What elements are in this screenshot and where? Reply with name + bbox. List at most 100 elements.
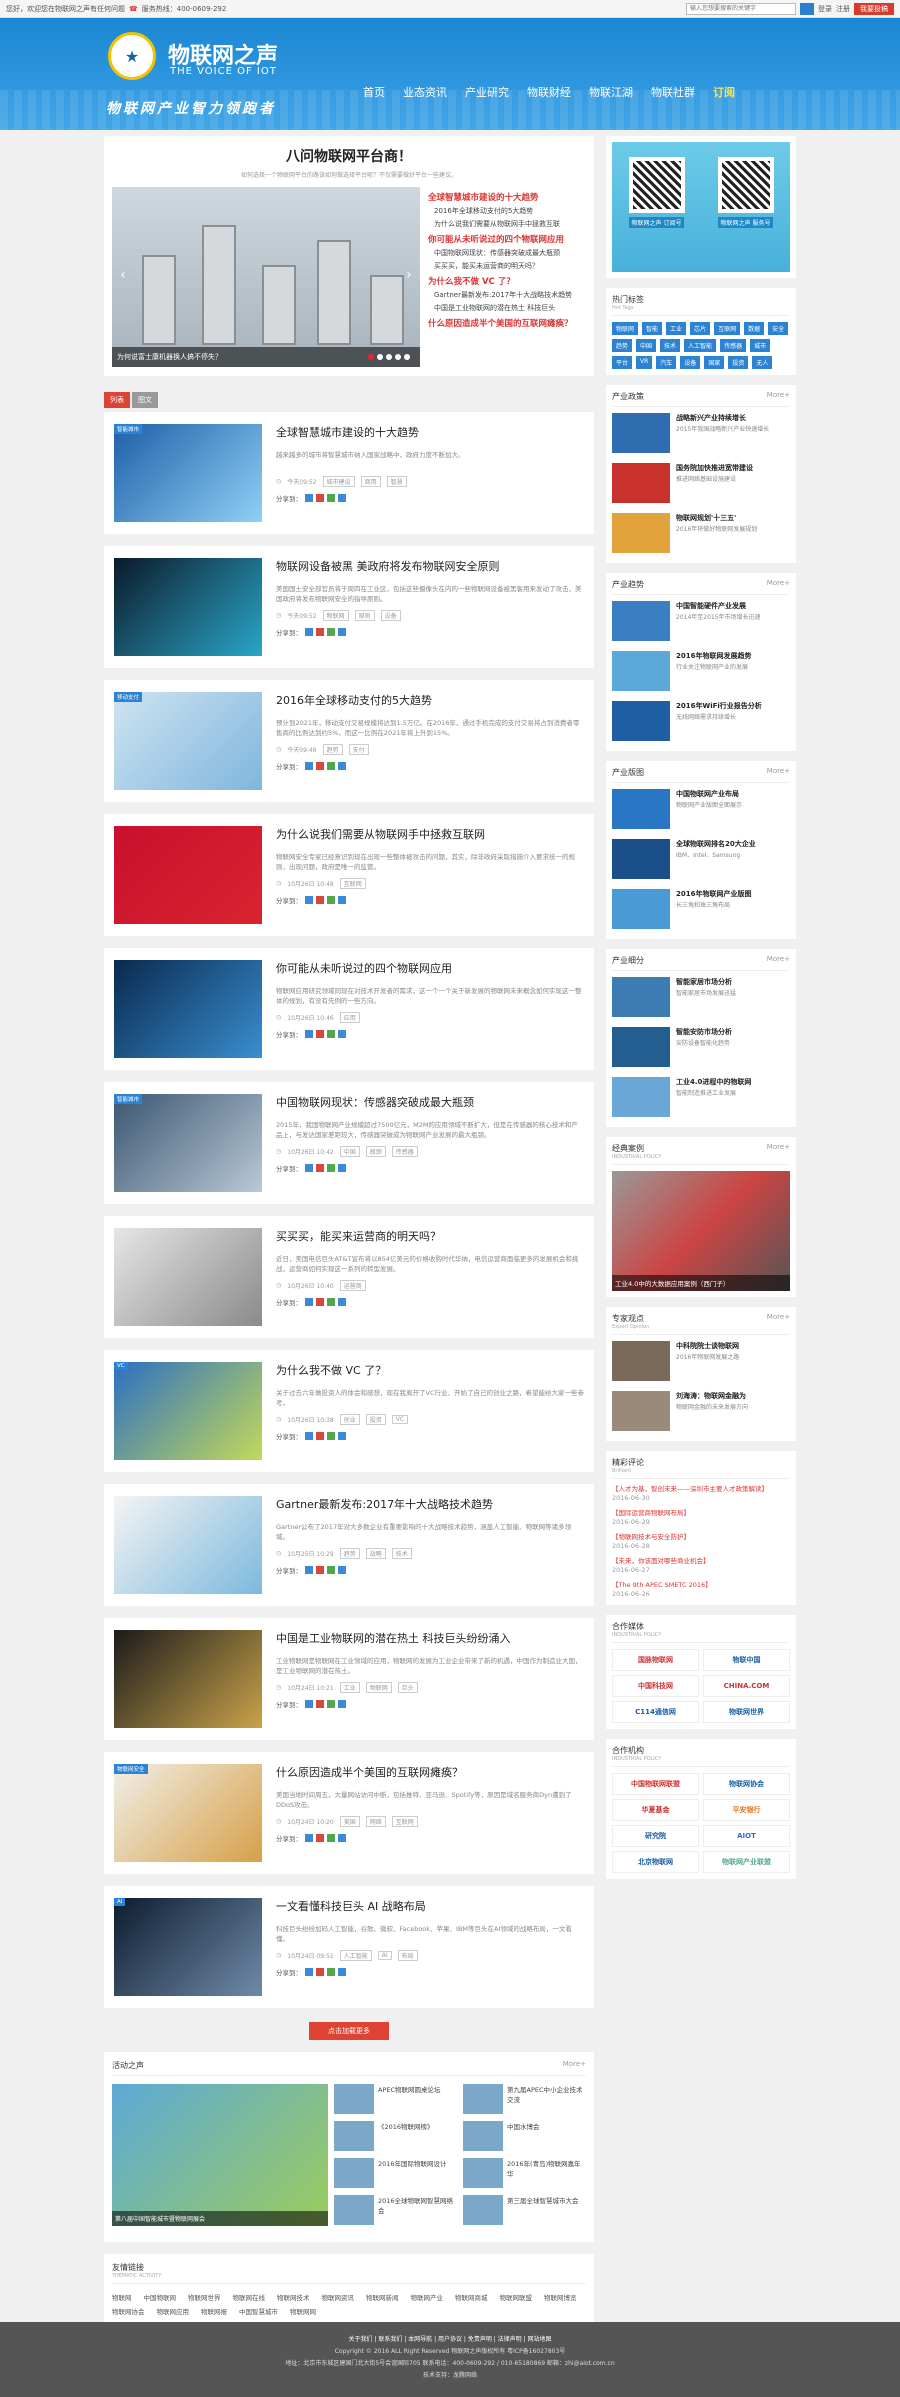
article-keyword[interactable]: 原则: [354, 610, 375, 621]
article-keyword[interactable]: 互联网: [339, 878, 366, 889]
hot-tag[interactable]: 投资: [728, 356, 749, 369]
article-keyword[interactable]: 趋势: [322, 744, 343, 755]
side-item-thumbnail[interactable]: [612, 977, 670, 1017]
article-keyword[interactable]: 瓶颈: [365, 1146, 386, 1157]
side-item-thumbnail[interactable]: [612, 889, 670, 929]
friend-link[interactable]: 物联网: [112, 2292, 132, 2302]
headline-item[interactable]: 买买买，能买未运营商的明天吗？: [434, 261, 586, 271]
article-keyword[interactable]: 应用: [339, 1012, 360, 1023]
side-item-title[interactable]: 智能家居市场分析: [676, 977, 736, 987]
friend-link[interactable]: 物联网应用: [157, 2306, 190, 2316]
side-item-title[interactable]: 全球物联网排名20大企业: [676, 839, 756, 849]
side-item-thumbnail[interactable]: [612, 1341, 670, 1381]
post-button[interactable]: 我要投稿: [854, 2, 894, 15]
article-keyword[interactable]: 趋势: [339, 1548, 360, 1559]
friend-link[interactable]: 中国物联网: [144, 2292, 177, 2302]
article-keyword[interactable]: 商用: [360, 476, 381, 487]
wechat-icon[interactable]: [327, 762, 335, 770]
wechat-icon[interactable]: [327, 1834, 335, 1842]
friend-link[interactable]: 物联网技术: [277, 2292, 310, 2302]
comment-item[interactable]: 【The 9th APEC SMETC 2016】 2016-06-26: [612, 1581, 790, 1599]
comment-title[interactable]: 【未来，你该面对哪些商业机会】: [612, 1557, 790, 1566]
article-keyword[interactable]: 战略: [365, 1548, 386, 1559]
hot-tag[interactable]: 人工智能: [684, 339, 717, 352]
side-item-thumbnail[interactable]: [612, 1027, 670, 1067]
side-item-thumbnail[interactable]: [612, 701, 670, 741]
slider-dots[interactable]: [368, 354, 410, 360]
nav-news[interactable]: 业态资讯: [394, 78, 456, 106]
load-more-button[interactable]: 点击加载更多: [309, 2022, 389, 2040]
hot-tag[interactable]: 中国: [636, 339, 657, 352]
side-item[interactable]: 工业4.0进程中的物联网 智能制造推进工业发展: [612, 1077, 790, 1121]
article-title[interactable]: 为什么我不做 VC 了？: [276, 1362, 584, 1378]
renren-icon[interactable]: [338, 494, 346, 502]
hot-tag[interactable]: 工业: [666, 322, 687, 335]
activity-item[interactable]: 2016年(青岛)物联网嘉年华: [463, 2158, 586, 2189]
side-item-title[interactable]: 中国智能硬件产业发展: [676, 601, 761, 611]
side-item[interactable]: 智能家居市场分析 智能家居市场发展迅猛: [612, 977, 790, 1021]
nav-community[interactable]: 物联社群: [642, 78, 704, 106]
wechat-icon[interactable]: [327, 896, 335, 904]
article-keyword[interactable]: AI: [377, 1951, 392, 1960]
activity-item[interactable]: 第三届全球智慧城市大会: [463, 2195, 586, 2226]
side-item-thumbnail[interactable]: [612, 1077, 670, 1117]
org-logo[interactable]: AIOT: [703, 1825, 790, 1847]
tab-list[interactable]: 列表: [104, 392, 130, 408]
side-item-thumbnail[interactable]: [612, 1391, 670, 1431]
hero-slider[interactable]: ‹ › 为何说富士康机器换人搞不停失？: [112, 187, 420, 367]
friend-link[interactable]: 物联网报: [201, 2306, 227, 2316]
renren-icon[interactable]: [338, 1164, 346, 1172]
activity-thumbnail[interactable]: [463, 2084, 503, 2114]
wechat-icon[interactable]: [327, 1566, 335, 1574]
renren-icon[interactable]: [338, 1566, 346, 1574]
comment-item[interactable]: 【国际运营商物联网布局】 2016-06-29: [612, 1509, 790, 1527]
weibo-icon[interactable]: [316, 1566, 324, 1574]
comment-title[interactable]: 【人才为基，智创未来——深圳市主要人才政策解读】: [612, 1485, 790, 1494]
side-item-thumbnail[interactable]: [612, 463, 670, 503]
activity-feature-image[interactable]: 第八届中国智能城市暨物联网展会: [112, 2084, 328, 2226]
article-keyword[interactable]: 美国: [339, 1816, 360, 1827]
weibo-icon[interactable]: [316, 1700, 324, 1708]
activity-item-title[interactable]: 2016年(青岛)物联网嘉年华: [507, 2158, 586, 2189]
side-item[interactable]: 智能安防市场分析 安防设备智能化趋势: [612, 1027, 790, 1071]
activity-item-title[interactable]: 《2016物联网榜》: [378, 2121, 434, 2152]
article-title[interactable]: 你可能从未听说过的四个物联网应用: [276, 960, 584, 976]
renren-icon[interactable]: [338, 762, 346, 770]
headline[interactable]: 什么原因造成半个美国的互联网瘫痪？: [428, 317, 586, 329]
activity-item[interactable]: 第九届APEC中小企业技术交流: [463, 2084, 586, 2115]
headline[interactable]: 你可能从未听说过的四个物联网应用: [428, 233, 586, 245]
org-logo[interactable]: 中国物联网联盟: [612, 1773, 699, 1795]
wechat-icon[interactable]: [327, 1700, 335, 1708]
comment-item[interactable]: 【未来，你该面对哪些商业机会】 2016-06-27: [612, 1557, 790, 1575]
article-thumbnail[interactable]: VC: [114, 1362, 262, 1460]
renren-icon[interactable]: [338, 1298, 346, 1306]
article-title[interactable]: 什么原因造成半个美国的互联网瘫痪？: [276, 1764, 584, 1780]
article-thumbnail[interactable]: 智能城市: [114, 1094, 262, 1192]
article-title[interactable]: 为什么说我们需要从物联网手中拯救互联网: [276, 826, 584, 842]
friend-link[interactable]: 物联网商城: [455, 2292, 488, 2302]
more-link[interactable]: More+: [767, 579, 790, 590]
weibo-icon[interactable]: [316, 1298, 324, 1306]
friend-link[interactable]: 物联网世界: [188, 2292, 221, 2302]
media-logo[interactable]: 国脉物联网: [612, 1649, 699, 1671]
slider-next-icon[interactable]: ›: [402, 267, 416, 287]
article-keyword[interactable]: 运营商: [339, 1280, 366, 1291]
article-title[interactable]: 全球智慧城市建设的十大趋势: [276, 424, 584, 440]
side-item-title[interactable]: 战略新兴产业持续增长: [676, 413, 769, 423]
tab-gallery[interactable]: 图文: [132, 392, 158, 408]
article-thumbnail[interactable]: [114, 826, 262, 924]
hot-tag[interactable]: 安全: [768, 322, 789, 335]
article-keyword[interactable]: 技术: [391, 1548, 412, 1559]
org-logo[interactable]: 物联网协会: [703, 1773, 790, 1795]
side-item[interactable]: 物联网规划'十三五' 2016年将做好物联网发展规划: [612, 513, 790, 557]
qzone-icon[interactable]: [305, 1298, 313, 1306]
hot-tag[interactable]: 趋势: [612, 339, 633, 352]
side-item-title[interactable]: 物联网规划'十三五': [676, 513, 757, 523]
weibo-icon[interactable]: [316, 1164, 324, 1172]
hot-tag[interactable]: 智能: [642, 322, 663, 335]
side-item[interactable]: 战略新兴产业持续增长 2015年我国战略新兴产业快速增长: [612, 413, 790, 457]
renren-icon[interactable]: [338, 1030, 346, 1038]
headline-item[interactable]: 2016年全球移动支付的5大趋势: [434, 206, 586, 216]
article-keyword[interactable]: 支付: [348, 744, 369, 755]
renren-icon[interactable]: [338, 896, 346, 904]
